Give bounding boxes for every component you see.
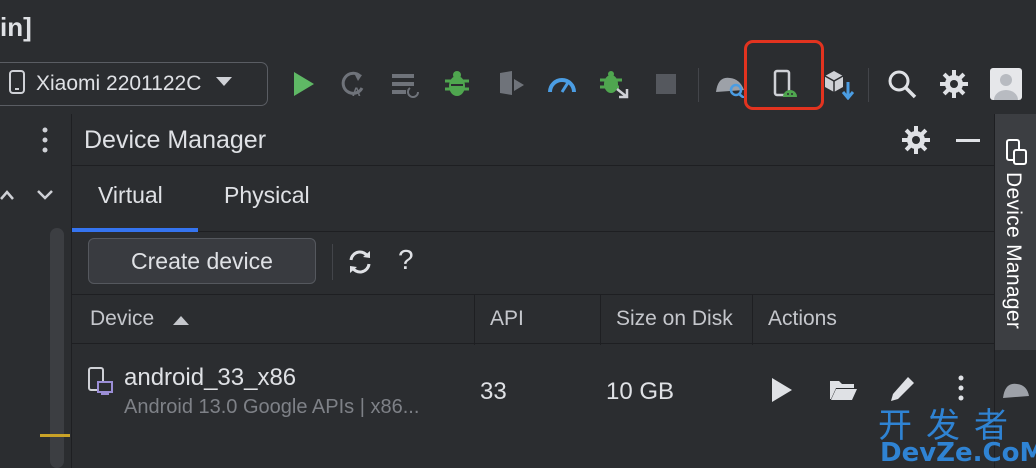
launch-icon[interactable]	[770, 376, 794, 409]
device-manager-panel: Device Manager Virtual Physical Create d…	[72, 114, 994, 468]
device-size: 10 GB	[606, 378, 675, 405]
chevron-down-icon[interactable]	[36, 188, 54, 206]
table-header: Device API Size on Disk Actions	[72, 294, 994, 345]
panel-title: Device Manager	[84, 126, 267, 154]
column-header-actions: Actions	[768, 307, 837, 330]
chevron-down-icon	[215, 75, 233, 93]
create-device-button[interactable]: Create device	[88, 238, 316, 284]
column-divider[interactable]	[752, 295, 753, 345]
attach-debugger-icon[interactable]	[598, 68, 630, 100]
action-bar-separator	[332, 244, 333, 280]
apply-changes-icon[interactable]: A	[337, 68, 369, 100]
device-selector-label: Xiaomi 2201122C	[36, 72, 202, 95]
sdk-manager-icon[interactable]	[822, 68, 854, 100]
chevron-up-icon[interactable]	[0, 188, 14, 206]
marker	[40, 434, 70, 437]
run-icon[interactable]	[287, 68, 319, 100]
tab-virtual[interactable]: Virtual	[98, 182, 163, 209]
device-api: 33	[480, 378, 507, 405]
column-divider[interactable]	[474, 295, 475, 345]
window-title: in]	[0, 12, 32, 42]
svg-text:A: A	[352, 85, 361, 99]
coverage-icon[interactable]	[494, 68, 526, 100]
column-header-device[interactable]: Device	[90, 307, 154, 331]
refresh-icon[interactable]	[346, 248, 374, 281]
more-vertical-icon[interactable]	[38, 126, 52, 159]
gear-icon[interactable]	[938, 68, 970, 100]
device-manager-strip-label: Device Manager	[1002, 172, 1025, 330]
phone-icon	[8, 69, 26, 100]
tab-bar: Virtual Physical	[72, 166, 994, 232]
watermark-logo: DevZe.CoM	[880, 438, 1036, 468]
main-toolbar: Xiaomi 2201122C A	[0, 52, 1036, 114]
toolbar-separator	[698, 68, 699, 102]
column-divider[interactable]	[600, 295, 601, 345]
device-manager-icon	[1004, 138, 1028, 171]
highlight-box	[744, 40, 824, 110]
column-header-api[interactable]: API	[490, 307, 524, 331]
toolbar-separator	[868, 68, 869, 102]
table-row[interactable]: android_33_x86 Android 13.0 Google APIs …	[72, 344, 994, 468]
device-selector[interactable]: Xiaomi 2201122C	[0, 62, 268, 106]
title-bar: in]	[0, 0, 1036, 52]
gear-icon[interactable]	[902, 126, 930, 159]
panel-header: Device Manager	[72, 114, 994, 166]
profiler-icon[interactable]	[546, 68, 578, 100]
device-description: Android 13.0 Google APIs | x86...	[124, 396, 420, 418]
virtual-device-icon	[86, 366, 114, 401]
folder-icon[interactable]	[828, 378, 858, 407]
help-icon[interactable]: ?	[398, 244, 414, 276]
logcat-icon[interactable]	[389, 68, 421, 100]
avatar[interactable]	[990, 68, 1022, 100]
device-name: android_33_x86	[124, 364, 297, 391]
stop-icon[interactable]	[650, 68, 682, 100]
scrollbar[interactable]	[50, 228, 64, 468]
tab-physical[interactable]: Physical	[224, 182, 310, 209]
minimize-icon[interactable]	[956, 139, 980, 142]
debug-icon[interactable]	[441, 68, 473, 100]
search-icon[interactable]	[886, 68, 918, 100]
column-header-size[interactable]: Size on Disk	[616, 307, 733, 331]
layout-inspector-icon[interactable]	[714, 68, 746, 100]
action-bar: Create device ?	[72, 232, 994, 292]
sort-ascending-icon	[172, 313, 190, 331]
